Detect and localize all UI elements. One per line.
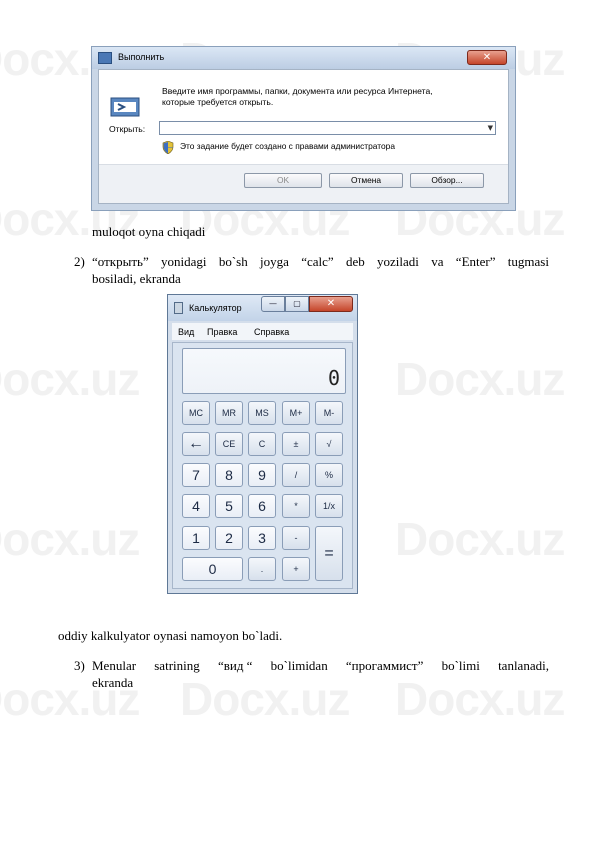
calculator-display: 0	[182, 348, 346, 394]
calculator-title: Калькулятор	[189, 303, 242, 313]
digit-1-key[interactable]: 1	[182, 526, 210, 550]
digit-9-key[interactable]: 9	[248, 463, 276, 487]
word: “прогаммист”	[345, 658, 424, 673]
paragraph-line: oddiy kalkulyator oynasi namoyon bo`ladi…	[58, 628, 283, 643]
maximize-button[interactable]: ▢	[285, 296, 309, 312]
multiply-key[interactable]: *	[282, 494, 310, 518]
ok-button[interactable]: OK	[244, 173, 322, 188]
ce-key[interactable]: CE	[215, 432, 243, 456]
open-input[interactable]: ▼	[159, 121, 496, 135]
run-dialog-title: Выполнить	[118, 52, 165, 62]
plus-key[interactable]: +	[282, 557, 310, 581]
word: bo`sh	[218, 254, 248, 269]
word: “calc”	[301, 254, 334, 269]
minus-key[interactable]: -	[282, 526, 310, 550]
cancel-button[interactable]: Отмена	[329, 173, 403, 188]
calculator-body: 0 MC MR MS M+ M- ← CE C ± √ 7 8 9/% 4 5 6 * 1/x 1 2 3- = 0. +	[172, 342, 353, 589]
digit-0-key[interactable]: 0	[182, 557, 243, 581]
digit-3-key[interactable]: 3	[248, 526, 276, 550]
word: “Enter”	[455, 254, 496, 269]
word: bo`limidan	[270, 658, 328, 673]
run-program-icon	[110, 97, 140, 117]
display-value: 0	[327, 366, 340, 390]
m-plus-key[interactable]: M+	[282, 401, 310, 425]
word: va	[431, 254, 444, 269]
watermark: Docx.uz	[180, 673, 350, 725]
ms-key[interactable]: MS	[248, 401, 276, 425]
run-dialog-body: Введите имя программы, папки, документа …	[98, 69, 509, 204]
digit-6-key[interactable]: 6	[248, 494, 276, 518]
reciprocal-key[interactable]: 1/x	[315, 494, 343, 518]
calculator-titlebar: Калькулятор — ▢ ✕	[168, 295, 357, 321]
watermark: Docx.uz	[395, 353, 565, 405]
word: joyga	[260, 254, 289, 269]
list-number: 3)	[74, 658, 85, 673]
m-minus-key[interactable]: M-	[315, 401, 343, 425]
mr-key[interactable]: MR	[215, 401, 243, 425]
divide-key[interactable]: /	[282, 463, 310, 487]
digit-2-key[interactable]: 2	[215, 526, 243, 550]
decimal-key[interactable]: .	[248, 557, 276, 581]
open-label: Открыть:	[109, 124, 146, 134]
word: “открыть”	[92, 254, 149, 269]
watermark: Docx.uz	[395, 673, 565, 725]
menu-item-view[interactable]: Вид	[178, 327, 194, 337]
shield-icon	[162, 141, 174, 154]
calculator-screenshot: Калькулятор — ▢ ✕ Вид Правка Справка 0 M…	[167, 294, 358, 594]
watermark: Docx.uz	[0, 353, 140, 405]
digit-5-key[interactable]: 5	[215, 494, 243, 518]
word: satrining	[154, 658, 200, 673]
run-window-icon	[98, 52, 112, 64]
window-buttons: — ▢ ✕	[261, 296, 353, 312]
word: deb	[345, 254, 365, 269]
list-item-3-line: Menular satrining “вид “ bo`limidan “прогамм…	[92, 658, 549, 674]
sign-key[interactable]: ±	[282, 432, 310, 456]
digit-8-key[interactable]: 8	[215, 463, 243, 487]
menu-item-edit[interactable]: Правка	[207, 327, 237, 337]
browse-button[interactable]: Обзор...	[410, 173, 484, 188]
digit-4-key[interactable]: 4	[182, 494, 210, 518]
run-dialog-footer: OK Отмена Обзор...	[99, 164, 508, 203]
chevron-down-icon[interactable]: ▼	[488, 124, 493, 132]
clear-key[interactable]: C	[248, 432, 276, 456]
watermark: Docx.uz	[0, 513, 140, 565]
paragraph-line: muloqot oyna chiqadi	[92, 224, 206, 239]
close-button[interactable]: ✕	[309, 296, 353, 312]
word: “вид “	[217, 658, 253, 673]
word: yonidagi	[161, 254, 207, 269]
calculator-menubar: Вид Правка Справка	[172, 323, 353, 340]
calculator-icon	[174, 302, 183, 314]
digit-7-key[interactable]: 7	[182, 463, 210, 487]
word: tanlanadi,	[498, 658, 549, 673]
equals-key[interactable]: =	[315, 526, 343, 581]
word: yoziladi	[377, 254, 419, 269]
run-dialog-titlebar: Выполнить ✕	[92, 47, 515, 69]
sqrt-key[interactable]: √	[315, 432, 343, 456]
backspace-key[interactable]: ←	[182, 432, 210, 456]
list-item-2-line: “открыть” yonidagi bo`sh joyga “calc” deb yozi…	[92, 254, 549, 270]
run-dialog-description: Введите имя программы, папки, документа …	[162, 86, 433, 107]
word: tugmasi	[507, 254, 549, 269]
close-button[interactable]: ✕	[467, 50, 507, 65]
list-number: 2)	[74, 254, 85, 269]
word: Menular	[92, 658, 137, 673]
word: bo`limi	[441, 658, 480, 673]
admin-note: Это задание будет создано с правами адми…	[180, 141, 395, 151]
list-item-2-continuation: bosiladi, ekranda	[92, 271, 181, 286]
watermark: Docx.uz	[395, 513, 565, 565]
run-dialog-screenshot: Выполнить ✕ Введите имя программы, папки…	[91, 46, 516, 211]
list-item-3-continuation: ekranda	[92, 675, 134, 690]
minimize-button[interactable]: —	[261, 296, 285, 312]
mc-key[interactable]: MC	[182, 401, 210, 425]
menu-item-help[interactable]: Справка	[254, 327, 289, 337]
percent-key[interactable]: %	[315, 463, 343, 487]
